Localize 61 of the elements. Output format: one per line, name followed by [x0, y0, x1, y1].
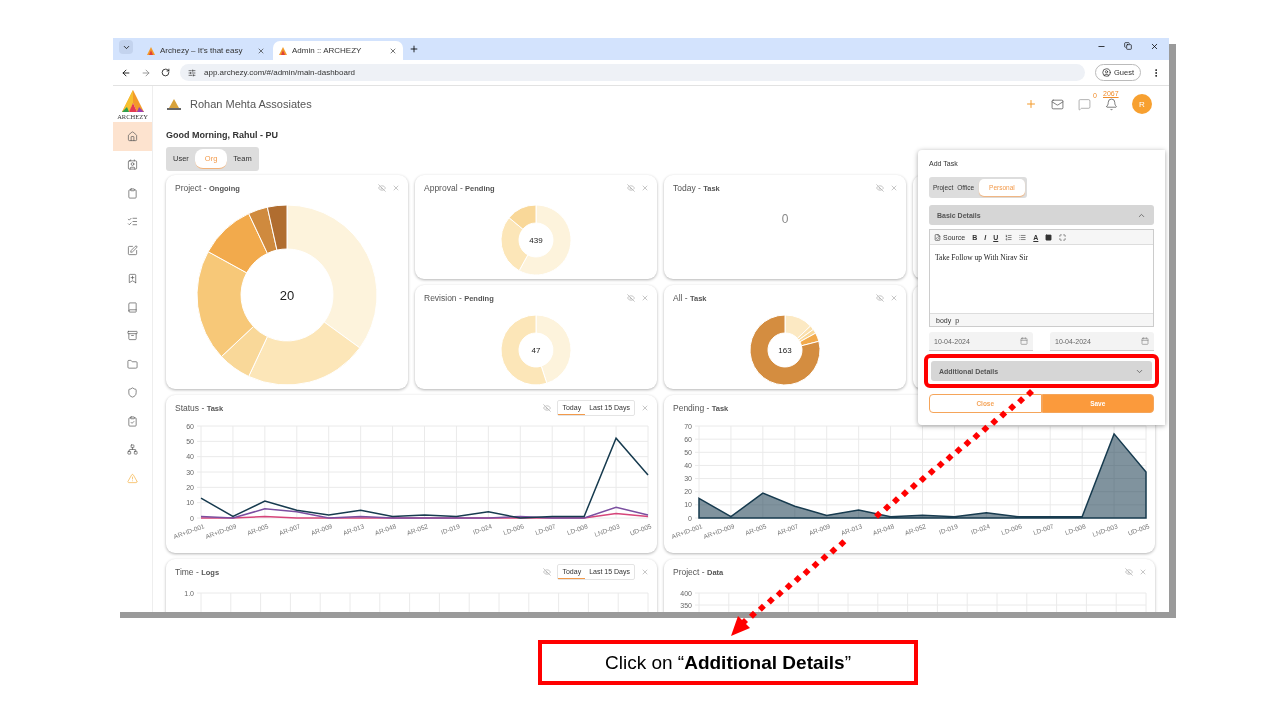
logo-icon	[120, 88, 145, 113]
numbered-list-icon[interactable]	[1005, 233, 1013, 241]
home-icon	[127, 130, 138, 142]
address-bar[interactable]: app.archezy.com/#/admin/main-dashboard	[180, 64, 1085, 81]
close-icon[interactable]	[257, 46, 265, 55]
restore-icon[interactable]	[1124, 42, 1132, 50]
close-icon[interactable]	[1150, 42, 1159, 51]
clipboard-icon	[127, 187, 138, 199]
logo-icon	[147, 46, 155, 55]
archive-icon	[127, 330, 138, 342]
bullet-list-icon[interactable]	[1019, 233, 1027, 241]
total-count: 47	[531, 345, 541, 355]
browser-tab[interactable]: Admin :: ARCHEZY	[273, 41, 403, 60]
total-count: 20	[279, 287, 295, 303]
maximize-icon[interactable]	[1059, 233, 1067, 241]
calendar-icon[interactable]	[1141, 337, 1149, 345]
folder-icon	[127, 358, 138, 370]
clipboard-check-icon	[127, 415, 138, 427]
book-icon	[127, 301, 138, 313]
forward-icon[interactable]	[141, 67, 151, 78]
shield-icon	[127, 387, 138, 399]
logo-icon	[279, 46, 287, 55]
user-icon	[1102, 68, 1111, 77]
edit-icon	[127, 244, 138, 256]
mail-icon[interactable]	[1051, 97, 1064, 111]
code-file-icon	[934, 233, 941, 241]
close-icon[interactable]	[389, 46, 397, 55]
bookmark-icon	[127, 273, 138, 285]
checklist-icon	[127, 216, 138, 228]
add-icon[interactable]	[1025, 98, 1037, 110]
contact-card-icon	[127, 159, 138, 171]
url-text: app.archezy.com/#/admin/main-dashboard	[204, 68, 356, 77]
background-color-icon[interactable]	[1045, 233, 1053, 241]
chat-icon[interactable]	[1078, 97, 1091, 111]
hide-icon[interactable]	[627, 294, 635, 302]
bell-icon[interactable]	[1105, 97, 1118, 111]
sidebar-item[interactable]	[113, 122, 152, 151]
company-name: Rohan Mehta Assosiates	[190, 98, 312, 110]
browser-tab[interactable]: Archezy – It's that easy	[141, 41, 271, 60]
calendar-icon[interactable]	[1020, 337, 1028, 345]
total-count: 439	[529, 235, 543, 245]
new-tab-icon[interactable]	[409, 44, 419, 54]
hide-icon[interactable]	[627, 184, 635, 192]
greeting-text: Good Morning, Rahul - PU	[166, 129, 279, 142]
donut-slice	[500, 314, 548, 386]
hide-icon[interactable]	[378, 184, 386, 192]
hide-icon[interactable]	[543, 404, 552, 412]
warning-icon	[127, 472, 138, 484]
hide-icon[interactable]	[876, 184, 884, 192]
tab-search-button[interactable]	[119, 40, 133, 54]
company-logo-icon	[166, 98, 182, 110]
hide-icon[interactable]	[1125, 568, 1133, 576]
instruction-callout: Click on “Additional Details”	[538, 640, 918, 685]
reload-icon[interactable]	[161, 68, 170, 77]
total-count: 0	[781, 212, 789, 226]
network-icon	[127, 444, 138, 456]
back-icon[interactable]	[121, 67, 131, 78]
total-count: 163	[778, 345, 792, 355]
site-settings-icon[interactable]	[188, 68, 196, 77]
hide-icon[interactable]	[543, 568, 552, 576]
hide-icon[interactable]	[876, 294, 884, 302]
